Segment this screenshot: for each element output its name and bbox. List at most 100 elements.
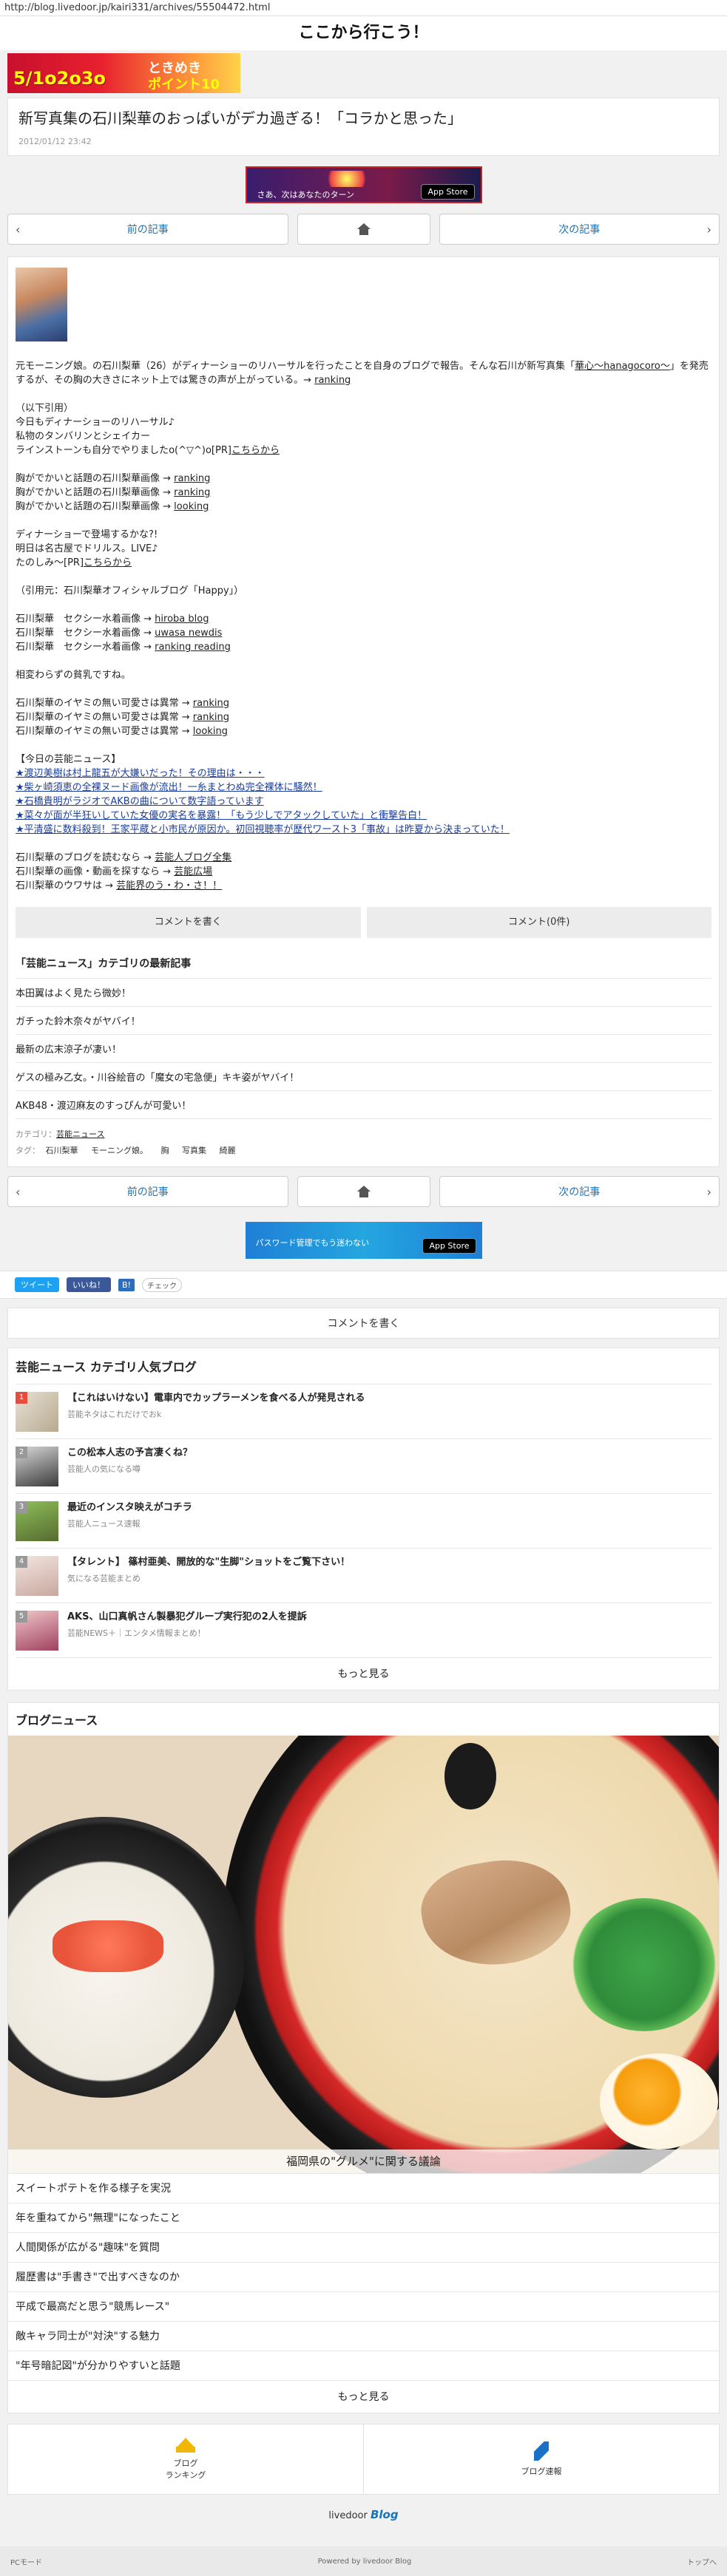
prev-article-button[interactable]: ‹ 前の記事 xyxy=(7,1176,288,1207)
tweet-button[interactable]: ツイート xyxy=(15,1277,59,1292)
news-link[interactable]: ★渡辺美樹は村上龍五が大嫌いだった！その理由は・・・ xyxy=(16,768,265,779)
popular-blogs: 芸能ニュース カテゴリ人気ブログ 1 【これはいけない】電車内でカップラーメンを… xyxy=(7,1348,720,1690)
top-ad-banner[interactable]: 5/1o2o3o ときめき ポイント10 xyxy=(7,53,240,93)
url-bar: http://blog.livedoor.jp/kairi331/archive… xyxy=(0,0,727,16)
popular-item-source: 芸能人の気になる噂 xyxy=(67,1464,141,1474)
list-item[interactable]: AKB48・渡辺麻友のすっぴんが可愛い！ xyxy=(16,1090,711,1118)
pc-mode-link[interactable]: PCモード xyxy=(10,2556,42,2567)
list-item[interactable]: 人間関係が広がる"趣味"を質問 xyxy=(8,2232,719,2262)
list-item[interactable]: 年を重ねてから"無理"になったこと xyxy=(8,2203,719,2232)
popular-item-title: 【タレント】 篠村亜美、開放的な"生脚"ショットをご覧下さい！ xyxy=(67,1557,351,1568)
ad-artwork xyxy=(320,171,373,187)
tag-link[interactable]: 写真集 xyxy=(182,1146,206,1155)
prev-article-label: 前の記事 xyxy=(126,1186,169,1198)
pr-link[interactable]: こちらから xyxy=(231,445,280,456)
chevron-right-icon: › xyxy=(706,1184,711,1199)
list-link[interactable]: looking xyxy=(193,726,228,737)
home-button[interactable] xyxy=(297,214,430,245)
popular-item[interactable]: 3 最近のインスタ映えがコチラ 芸能人ニュース速報 xyxy=(16,1493,711,1548)
article-nav-top: ‹ 前の記事 次の記事 › xyxy=(7,214,720,245)
next-article-label: 次の記事 xyxy=(558,224,601,236)
list-link[interactable]: ranking xyxy=(193,698,229,709)
popular-item[interactable]: 1 【これはいけない】電車内でカップラーメンを食べる人が発見される 芸能ネタはこれ… xyxy=(16,1384,711,1438)
app-ad-banner-2[interactable]: パスワード管理でもう迷わない App Store xyxy=(245,1222,482,1259)
tag-link[interactable]: モーニング娘。 xyxy=(91,1146,148,1155)
popular-item-title: 最近のインスタ映えがコチラ xyxy=(67,1502,192,1513)
popular-item[interactable]: 2 この松本人志の予言凄くね？ 芸能人の気になる噂 xyxy=(16,1438,711,1493)
tail-link[interactable]: 芸能界のう・わ・さ！！ xyxy=(116,880,222,891)
home-button[interactable] xyxy=(297,1176,430,1207)
blog-news-more-button[interactable]: もっと見る xyxy=(8,2380,719,2413)
list-link[interactable]: ranking xyxy=(174,473,210,484)
popular-thumb: 2 xyxy=(16,1447,58,1486)
logo-livedoor: livedoor xyxy=(328,2510,368,2521)
photobook-link[interactable]: 華心〜hanagocoro〜 xyxy=(575,361,670,372)
lightning-icon xyxy=(534,2441,549,2461)
tag-link[interactable]: 胸 xyxy=(161,1146,169,1155)
list-link[interactable]: ranking xyxy=(193,712,229,723)
category-link[interactable]: 芸能ニュース xyxy=(56,1129,104,1139)
list-link[interactable]: hiroba blog xyxy=(155,614,209,625)
tail-link[interactable]: 芸能広場 xyxy=(174,866,212,877)
back-to-top-link[interactable]: トップへ xyxy=(687,2556,717,2567)
todays-news: 【今日の芸能ニュース】 ★渡辺美樹は村上龍五が大嫌いだった！その理由は・・・ ★… xyxy=(16,752,711,837)
list-item[interactable]: ゲスの極み乙女。・川谷絵音の「魔女の宅急便」キキ姿がヤバイ！ xyxy=(16,1062,711,1090)
list-item[interactable]: ガチった鈴木奈々がヤバイ！ xyxy=(16,1006,711,1034)
app-store-badge[interactable]: App Store xyxy=(422,1238,476,1254)
blog-speed-link[interactable]: ブログ速報 xyxy=(363,2424,719,2494)
tail-link[interactable]: 芸能人ブログ全集 xyxy=(155,852,231,863)
prev-article-button[interactable]: ‹ 前の記事 xyxy=(7,214,288,245)
pr-link[interactable]: こちらから xyxy=(84,557,132,568)
check-button[interactable]: チェック xyxy=(141,1277,182,1292)
rank-badge: 4 xyxy=(16,1556,27,1568)
app-ad-banner[interactable]: さあ、次はあなたのターン App Store xyxy=(245,166,482,203)
category-row: カテゴリ：芸能ニュース xyxy=(16,1129,105,1139)
popular-item[interactable]: 4 【タレント】 篠村亜美、開放的な"生脚"ショットをご覧下さい！ 気になる芸能ま… xyxy=(16,1548,711,1603)
popular-item-source: 芸能ネタはこれだけでおk xyxy=(67,1410,162,1419)
news-link[interactable]: ★平清盛に数料殺到！王家平蔵と小市民が原因か。初回視聴率が歴代ワースト3「事故」… xyxy=(16,824,510,835)
list-item[interactable]: "年号暗記図"が分かりやすいと話題 xyxy=(8,2351,719,2380)
blog-news-title: ブログニュース xyxy=(16,1713,98,1727)
tail-links: 石川梨華のブログを読むなら → 芸能人ブログ全集 石川梨華の画像・動画を探すなら… xyxy=(16,852,232,891)
popular-item-title: この松本人志の予言凄くね？ xyxy=(67,1447,193,1458)
tags-row: タグ： 石川梨華 モーニング娘。 胸 写真集 綺麗 xyxy=(16,1146,236,1155)
list-item[interactable]: 履歴書は"手書き"で出すべきなのか xyxy=(8,2262,719,2291)
app-store-badge[interactable]: App Store xyxy=(421,184,475,200)
next-article-button[interactable]: 次の記事 › xyxy=(439,214,720,245)
news-heading: 【今日の芸能ニュース】 xyxy=(16,754,121,765)
hero-caption: 福岡県の"グルメ"に関する議論 xyxy=(8,2150,719,2173)
list-link[interactable]: ranking xyxy=(174,487,210,498)
blog-ranking-link[interactable]: ブログ ランキング xyxy=(8,2424,363,2494)
list-item[interactable]: 本田翼はよく見たら微妙！ xyxy=(16,978,711,1006)
blog-news-hero[interactable]: 福岡県の"グルメ"に関する議論 xyxy=(8,1736,719,2173)
hatena-bookmark-button[interactable]: B! xyxy=(118,1278,135,1291)
powered-by: Powered by livedoor Blog xyxy=(317,2557,412,2566)
article-thumbnail[interactable] xyxy=(16,268,67,341)
popular-more-button[interactable]: もっと見る xyxy=(16,1657,711,1690)
comments-count-button[interactable]: コメント(0件) xyxy=(366,907,711,938)
site-title[interactable]: ここから行こう！ xyxy=(0,16,727,50)
list-link[interactable]: uwasa newdis xyxy=(155,628,222,639)
article-nav-bottom: ‹ 前の記事 次の記事 › xyxy=(7,1176,720,1207)
ranking-link[interactable]: ranking xyxy=(314,375,351,386)
popular-thumb: 5 xyxy=(16,1611,58,1651)
home-icon xyxy=(356,1186,371,1197)
write-comment-button[interactable]: コメントを書く xyxy=(16,907,361,938)
next-article-button[interactable]: 次の記事 › xyxy=(439,1176,720,1207)
news-link[interactable]: ★石橋貴明がラジオでAKBの曲について数字語っています xyxy=(16,796,264,807)
tag-link[interactable]: 石川梨華 xyxy=(46,1146,78,1155)
write-comment-bar[interactable]: コメントを書く xyxy=(7,1308,720,1339)
facebook-like-button[interactable]: いいね！ xyxy=(67,1277,111,1292)
tag-link[interactable]: 綺麗 xyxy=(220,1146,236,1155)
list-link[interactable]: ranking reading xyxy=(155,642,231,653)
list-item[interactable]: 平成で最高だと思う"競馬レース" xyxy=(8,2291,719,2321)
link-list-1: 胸がでかいと話題の石川梨華画像 → ranking 胸がでかいと話題の石川梨華画… xyxy=(16,473,211,512)
popular-item[interactable]: 5 AKS、山口真帆さん製暴犯グループ実行犯の2人を提訴 芸能NEWS＋｜エンタメ… xyxy=(16,1603,711,1657)
news-link[interactable]: ★菜々が面が半狂いしていた女優の実名を暴露！「もう少しでアタックしていた」と衝撃… xyxy=(16,810,427,821)
list-item[interactable]: 最新の広末涼子が凄い！ xyxy=(16,1034,711,1062)
list-link[interactable]: looking xyxy=(174,501,209,512)
livedoor-blog-logo[interactable]: livedoor Blog xyxy=(0,2508,727,2521)
news-link[interactable]: ★柴ヶ崎須恵の全裸ヌード画像が流出！一糸まとわぬ完全裸体に騒然！ xyxy=(16,782,322,793)
list-item[interactable]: スイートポテトを作る様子を実況 xyxy=(8,2173,719,2203)
list-item[interactable]: 敵キャラ同士が"対決"する魅力 xyxy=(8,2321,719,2351)
